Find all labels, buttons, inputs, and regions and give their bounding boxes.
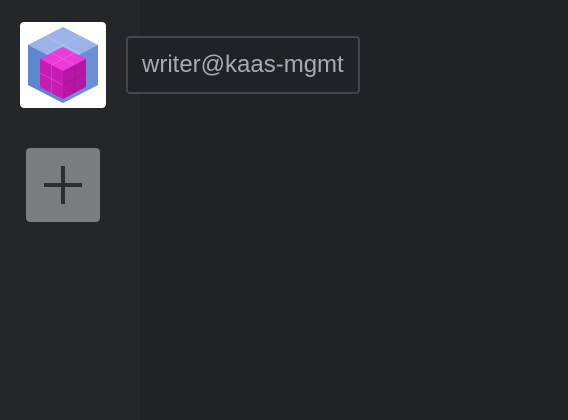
cluster-sidebar [0,0,140,420]
app-window: writer@kaas-mgmt [0,0,568,420]
plus-icon [44,166,82,204]
cube-cluster-icon [28,27,98,103]
cluster-name-tooltip: writer@kaas-mgmt [126,36,360,94]
add-cluster-button[interactable] [26,148,100,222]
cluster-icon-button[interactable] [20,22,106,108]
